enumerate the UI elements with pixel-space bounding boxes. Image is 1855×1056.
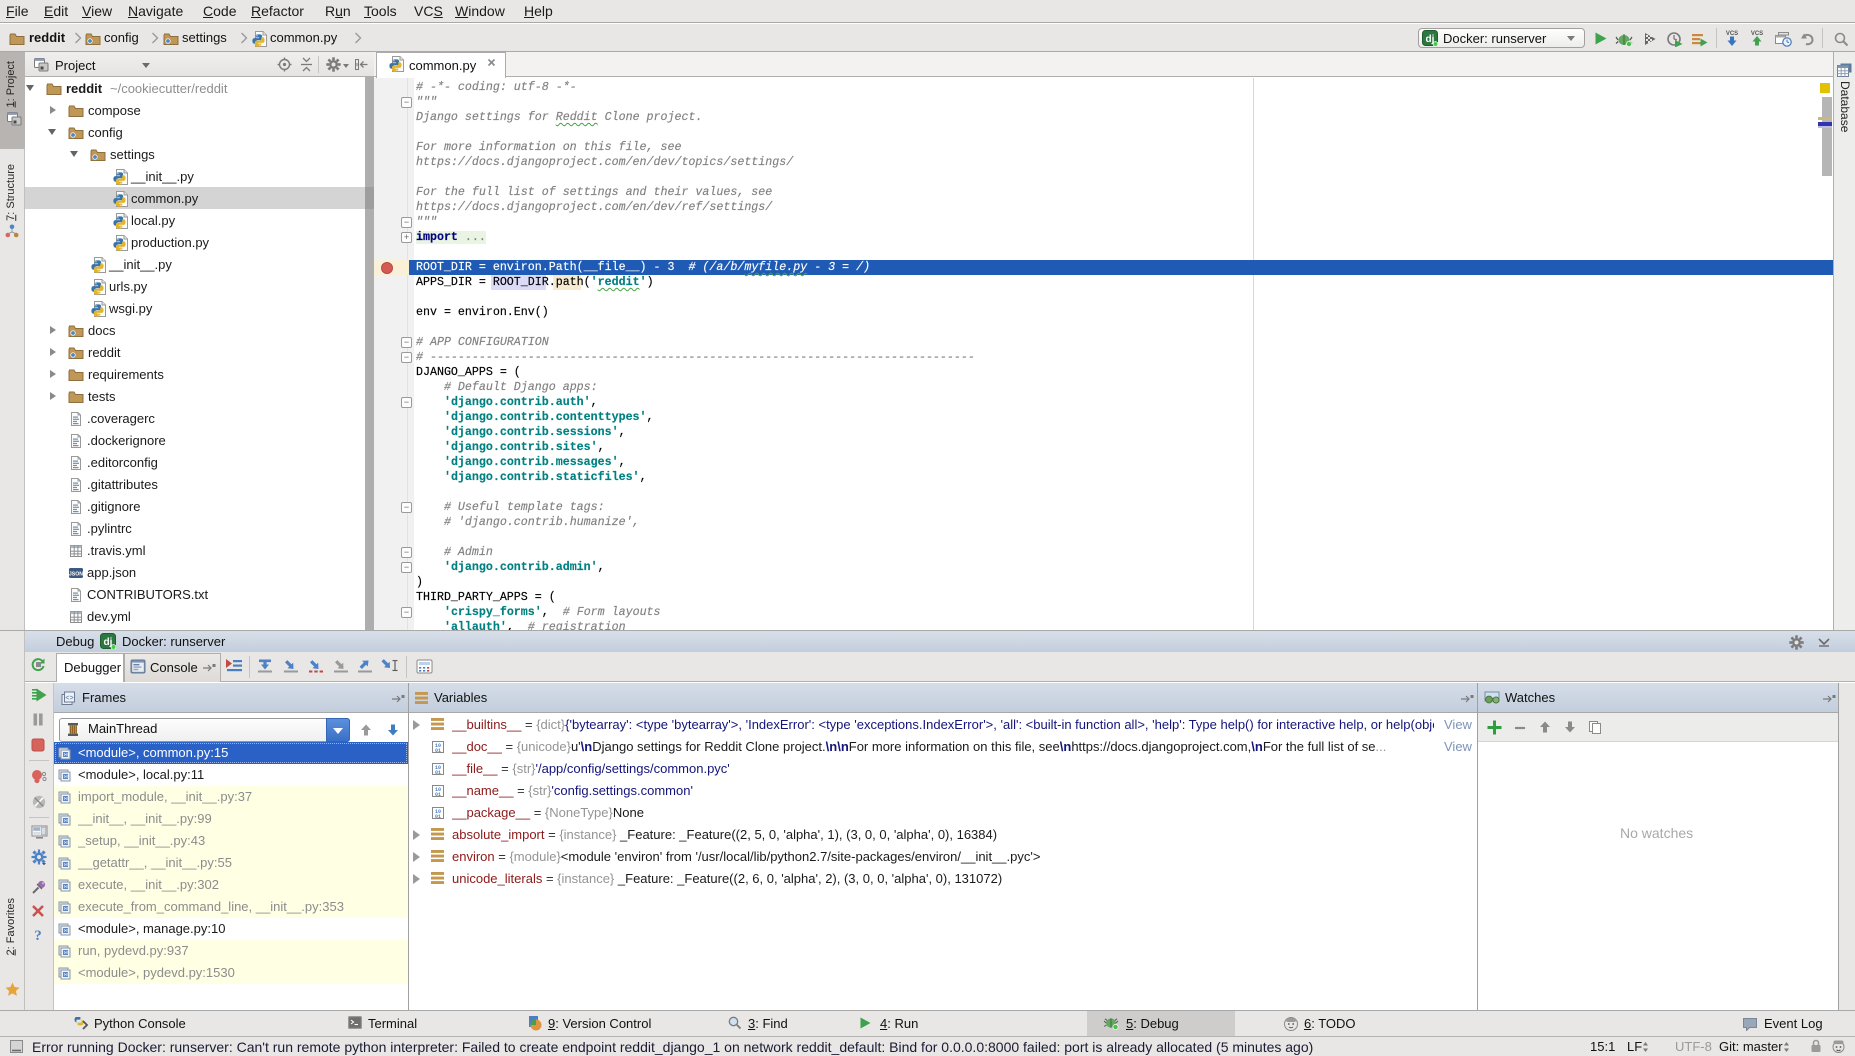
svg-text:VCS: VCS (1726, 31, 1738, 37)
svg-text:JSON: JSON (69, 572, 83, 578)
svg-text:?: ? (34, 928, 42, 942)
svg-text:<>: <> (65, 695, 73, 703)
svg-text:01: 01 (435, 748, 441, 754)
svg-text:01: 01 (435, 792, 441, 798)
svg-text:01: 01 (435, 814, 441, 820)
svg-text:01: 01 (435, 770, 441, 776)
